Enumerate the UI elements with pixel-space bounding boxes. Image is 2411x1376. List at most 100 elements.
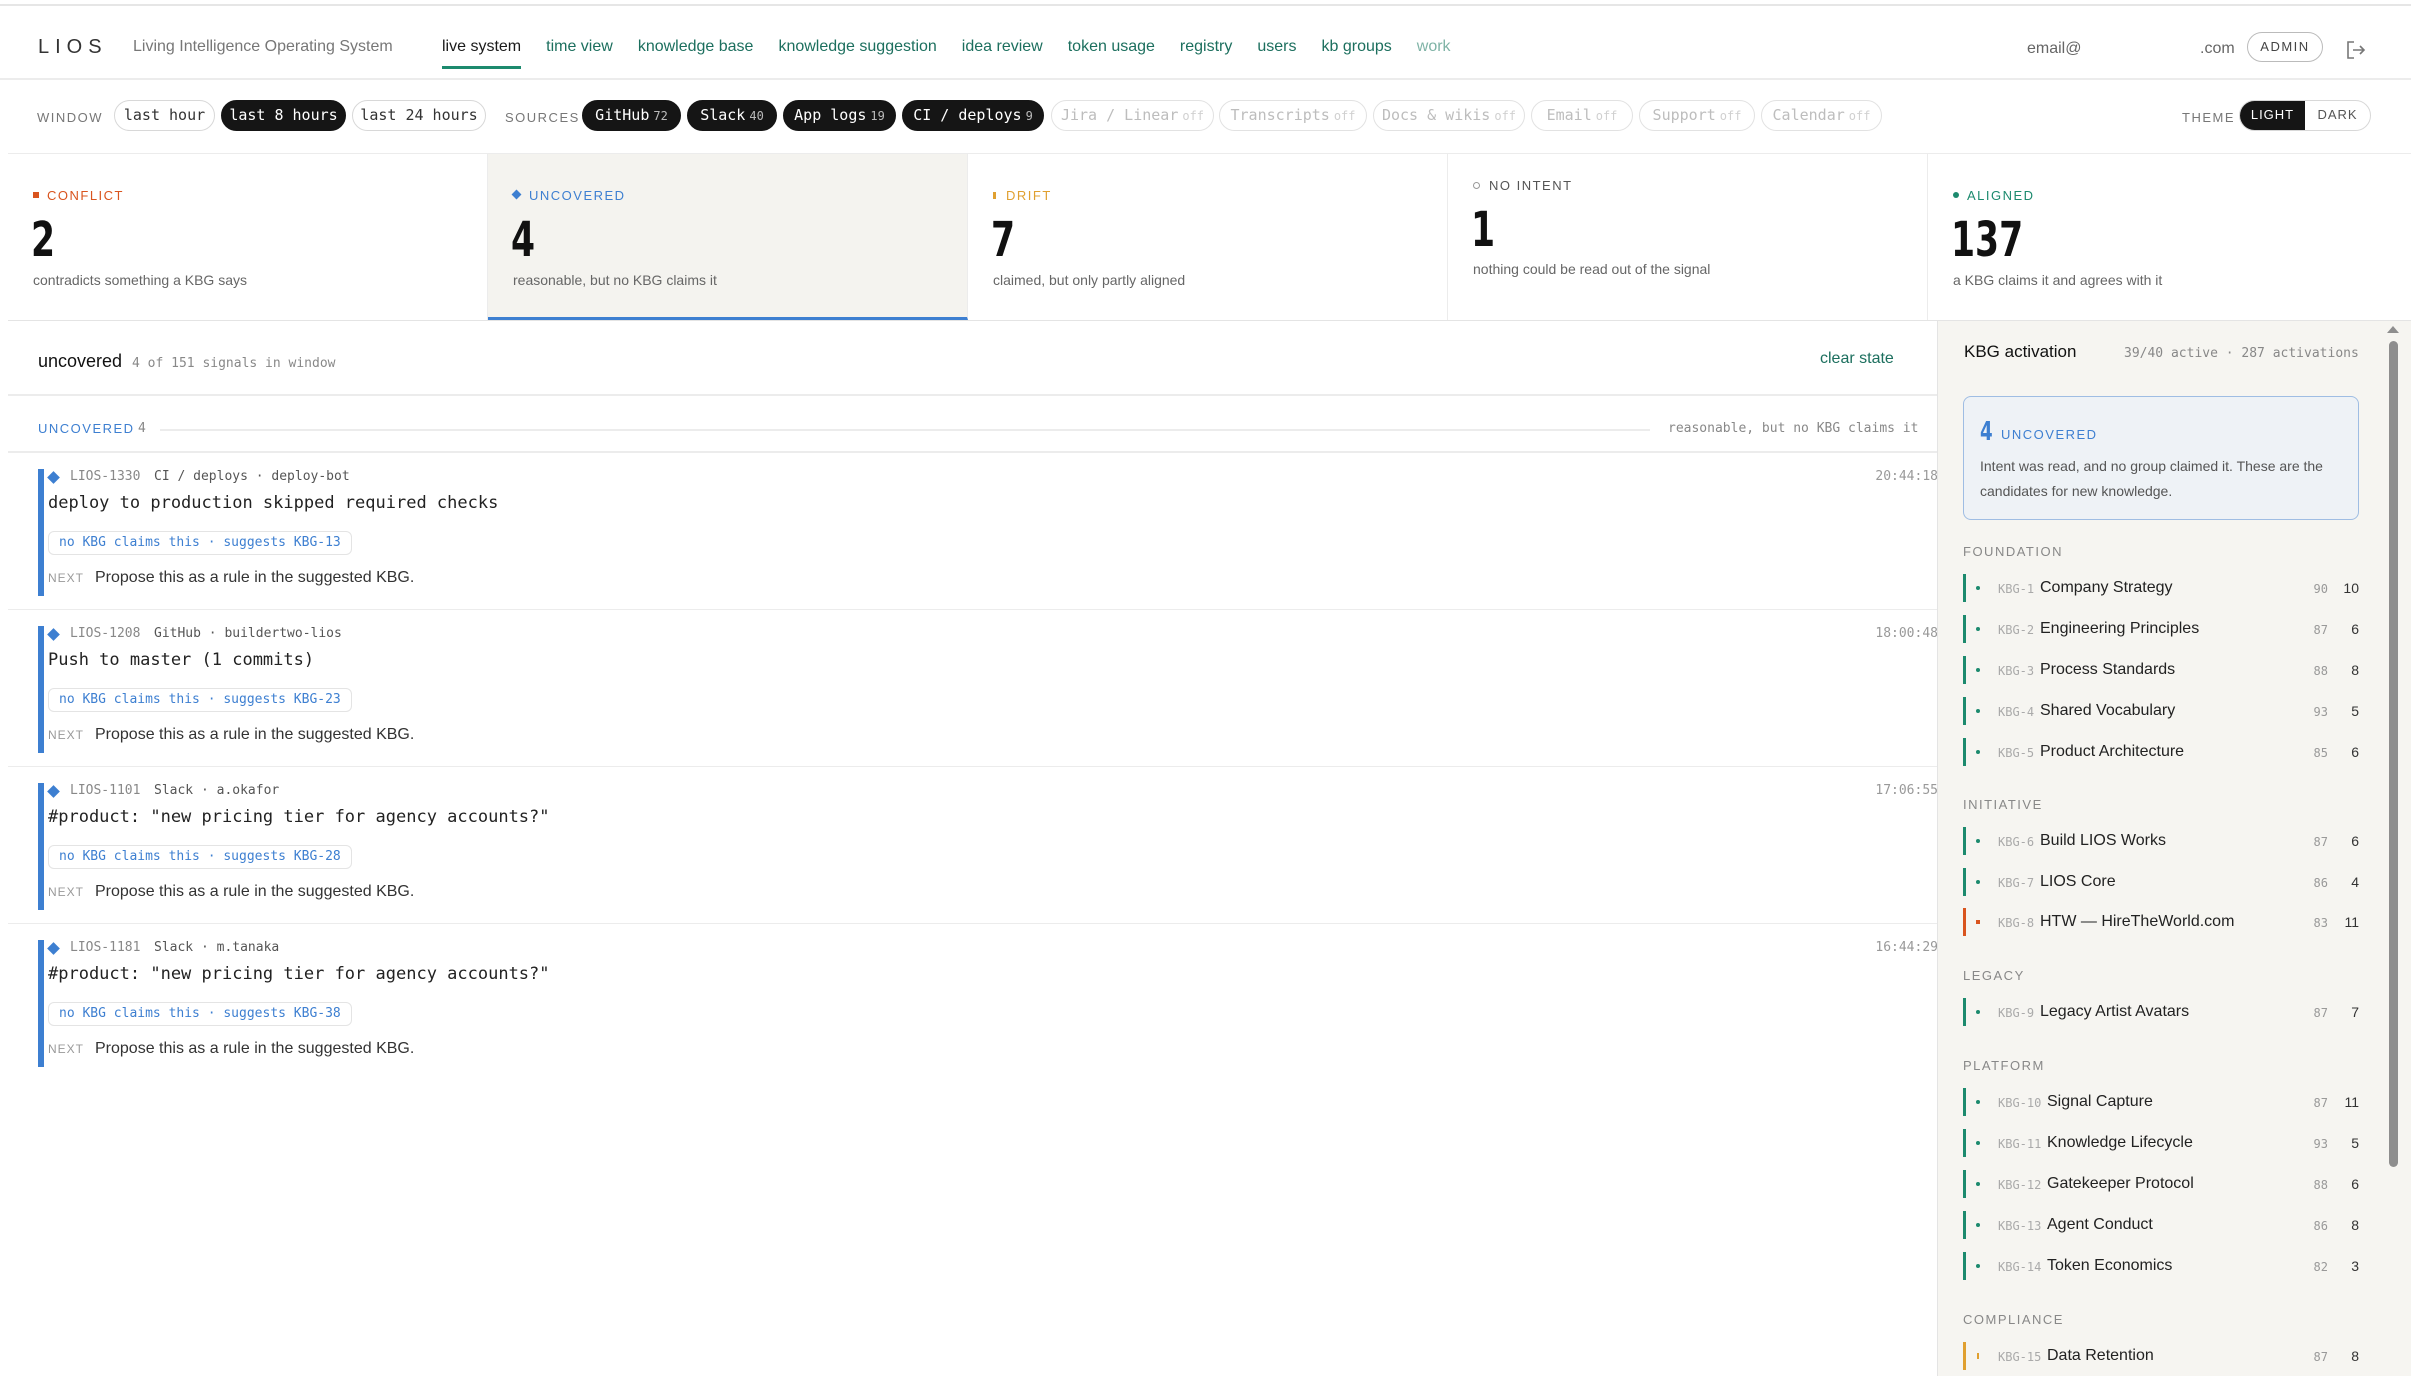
signal-list-panel: uncovered 4 of 151 signals in window cle…: [8, 321, 1938, 1376]
claim-tag[interactable]: no KBG claims this · suggests KBG-13: [48, 531, 352, 555]
kbg-item[interactable]: KBG-14 Token Economics 82 3: [1963, 1252, 2359, 1280]
group-heading: LEGACY: [1963, 968, 2025, 983]
theme-dark-button[interactable]: DARK: [2305, 101, 2370, 130]
signal-row[interactable]: LIOS-1181 Slack · m.tanaka 16:44:29 #pro…: [8, 924, 1938, 1081]
scroll-up-arrow-icon[interactable]: [2387, 326, 2399, 333]
source-chip-calendar[interactable]: Calendar off: [1761, 100, 1882, 131]
source-chip-transcripts[interactable]: Transcripts off: [1219, 100, 1367, 131]
stat-description: claimed, but only partly aligned: [993, 272, 1186, 288]
kbg-name: Product Architecture: [2040, 743, 2185, 760]
source-chip-github[interactable]: GitHub 72: [582, 100, 681, 131]
tab-knowledge-suggestion[interactable]: knowledge suggestion: [778, 6, 936, 82]
stat-value: 1: [1471, 202, 1496, 258]
signal-id[interactable]: LIOS-1330: [70, 469, 140, 484]
kbg-name: Gatekeeper Protocol: [2047, 1175, 2194, 1192]
kbg-id: KBG-8: [1998, 916, 2035, 930]
tab-users[interactable]: users: [1257, 6, 1296, 82]
stat-value: 2: [31, 212, 56, 268]
kbg-count: 5: [2351, 703, 2359, 719]
app-logo[interactable]: LIOS: [38, 36, 108, 59]
signal-id[interactable]: LIOS-1208: [70, 626, 140, 641]
dot-icon: [1953, 192, 1959, 198]
next-label: NEXT: [48, 571, 85, 585]
signal-row[interactable]: LIOS-1208 GitHub · buildertwo-lios 18:00…: [8, 610, 1938, 767]
kbg-score: 87: [2313, 835, 2328, 849]
window-chip-last-hour[interactable]: last hour: [114, 100, 215, 131]
filter-bar: WINDOW last hour last 8 hours last 24 ho…: [0, 98, 2411, 138]
logout-icon[interactable]: [2345, 39, 2367, 61]
status-bar: [1963, 738, 1966, 766]
circle-icon: [1473, 182, 1480, 189]
nav-tabs: live system time view knowledge base kno…: [442, 6, 1476, 82]
signal-id[interactable]: LIOS-1101: [70, 783, 140, 798]
window-chip-last-24-hours[interactable]: last 24 hours: [352, 100, 486, 131]
kbg-item[interactable]: KBG-3 Process Standards 88 8: [1963, 656, 2359, 684]
status-bar: [1963, 1211, 1966, 1239]
kbg-item[interactable]: KBG-15 Data Retention 87 8: [1963, 1342, 2359, 1370]
signal-title[interactable]: #product: "new pricing tier for agency a…: [48, 964, 550, 984]
group-heading: PLATFORM: [1963, 1058, 2045, 1073]
kbg-item[interactable]: KBG-9 Legacy Artist Avatars 87 7: [1963, 998, 2359, 1026]
signal-time: 16:44:29: [1875, 940, 1938, 955]
signal-title[interactable]: deploy to production skipped required ch…: [48, 493, 498, 513]
kbg-name: Knowledge Lifecycle: [2047, 1134, 2193, 1151]
source-chip-jira-linear[interactable]: Jira / Linear off: [1051, 100, 1214, 131]
group-heading: COMPLIANCE: [1963, 1312, 2064, 1327]
kbg-score: 93: [2313, 1137, 2328, 1151]
source-chip-email[interactable]: Email off: [1531, 100, 1633, 131]
source-chip-docs-wikis[interactable]: Docs & wikis off: [1373, 100, 1525, 131]
stat-card-drift[interactable]: DRIFT 7 claimed, but only partly aligned: [968, 154, 1448, 320]
tab-registry[interactable]: registry: [1180, 6, 1232, 82]
tab-work[interactable]: work: [1417, 6, 1451, 82]
kbg-item[interactable]: KBG-6 Build LIOS Works 87 6: [1963, 827, 2359, 855]
stat-card-aligned[interactable]: ALIGNED 137 a KBG claims it and agrees w…: [1928, 154, 2411, 320]
kbg-id: KBG-6: [1998, 835, 2035, 849]
kbg-item[interactable]: KBG-13 Agent Conduct 86 8: [1963, 1211, 2359, 1239]
theme-light-button[interactable]: LIGHT: [2240, 101, 2305, 130]
kbg-count: 6: [2351, 1176, 2359, 1192]
kbg-item[interactable]: KBG-7 LIOS Core 86 4: [1963, 868, 2359, 896]
signal-row[interactable]: LIOS-1330 CI / deploys · deploy-bot 20:4…: [8, 453, 1938, 610]
kbg-item[interactable]: KBG-5 Product Architecture 85 6: [1963, 738, 2359, 766]
kbg-id: KBG-14: [1998, 1260, 2042, 1274]
kbg-item[interactable]: KBG-10 Signal Capture 87 11: [1963, 1088, 2359, 1116]
window-chip-last-8-hours[interactable]: last 8 hours: [221, 100, 346, 131]
clear-state-button[interactable]: clear state: [1820, 350, 1894, 368]
kbg-item[interactable]: KBG-12 Gatekeeper Protocol 88 6: [1963, 1170, 2359, 1198]
stat-card-conflict[interactable]: CONFLICT 2 contradicts something a KBG s…: [8, 154, 488, 320]
kbg-item[interactable]: KBG-8 HTW — HireTheWorld.com 83 11: [1963, 908, 2359, 936]
tab-time-view[interactable]: time view: [546, 6, 613, 82]
status-bar: [1963, 868, 1966, 896]
tab-token-usage[interactable]: token usage: [1068, 6, 1155, 82]
stat-card-uncovered[interactable]: UNCOVERED 4 reasonable, but no KBG claim…: [488, 154, 968, 320]
kbg-item[interactable]: KBG-11 Knowledge Lifecycle 93 5: [1963, 1129, 2359, 1157]
signal-id[interactable]: LIOS-1181: [70, 940, 140, 955]
source-chip-slack[interactable]: Slack 40: [687, 100, 777, 131]
claim-tag[interactable]: no KBG claims this · suggests KBG-23: [48, 688, 352, 712]
next-step: Propose this as a rule in the suggested …: [95, 569, 415, 586]
claim-tag[interactable]: no KBG claims this · suggests KBG-28: [48, 845, 352, 869]
signal-title[interactable]: #product: "new pricing tier for agency a…: [48, 807, 550, 827]
kbg-id: KBG-7: [1998, 876, 2035, 890]
tab-live-system[interactable]: live system: [442, 6, 522, 82]
tab-idea-review[interactable]: idea review: [962, 6, 1043, 82]
source-chip-support[interactable]: Support off: [1639, 100, 1755, 131]
kbg-item[interactable]: KBG-2 Engineering Principles 87 6: [1963, 615, 2359, 643]
status-dot-icon: [1976, 1223, 1980, 1227]
stat-card-no-intent[interactable]: NO INTENT 1 nothing could be read out of…: [1448, 154, 1928, 320]
stat-description: a KBG claims it and agrees with it: [1953, 272, 2163, 288]
status-dot-icon: [1976, 627, 1980, 631]
stat-value: 4: [511, 212, 536, 268]
status-dot-icon: [1976, 1141, 1980, 1145]
claim-tag[interactable]: no KBG claims this · suggests KBG-38: [48, 1002, 352, 1026]
tab-knowledge-base[interactable]: knowledge base: [638, 6, 754, 82]
source-chip-ci-deploys[interactable]: CI / deploys 9: [902, 100, 1044, 131]
group-label: UNCOVERED: [38, 421, 135, 436]
kbg-item[interactable]: KBG-4 Shared Vocabulary 93 5: [1963, 697, 2359, 725]
signal-title[interactable]: Push to master (1 commits): [48, 650, 314, 670]
signal-row[interactable]: LIOS-1101 Slack · a.okafor 17:06:55 #pro…: [8, 767, 1938, 924]
tab-kb-groups[interactable]: kb groups: [1322, 6, 1392, 82]
kbg-item[interactable]: KBG-1 Company Strategy 90 10: [1963, 574, 2359, 602]
source-chip-app-logs[interactable]: App logs 19: [783, 100, 896, 131]
scrollbar-thumb[interactable]: [2389, 341, 2398, 1167]
